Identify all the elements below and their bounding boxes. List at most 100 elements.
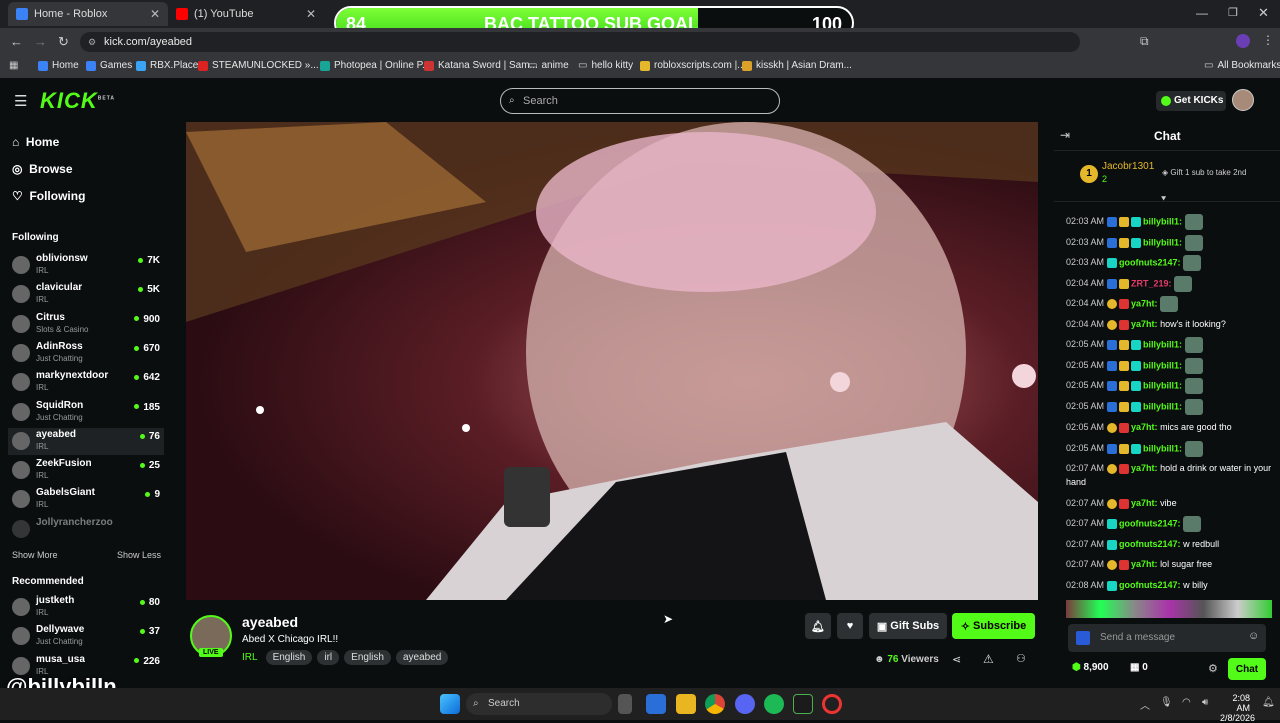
sidebar-channel-markynextdoor[interactable]: markynextdoor IRL 642: [8, 369, 164, 396]
forward-icon[interactable]: →: [34, 34, 47, 49]
bookmark-home[interactable]: Home: [38, 60, 79, 71]
gift-subs-button[interactable]: ▣ Gift Subs: [869, 613, 947, 639]
minimize-icon[interactable]: —: [1196, 6, 1208, 20]
channel-name[interactable]: ayeabed: [242, 614, 298, 630]
tag-chip[interactable]: irl: [317, 650, 340, 665]
category-link[interactable]: IRL: [242, 652, 258, 663]
show-less-button[interactable]: Show Less: [117, 550, 161, 560]
chevron-down-icon[interactable]: ⯆: [1160, 194, 1167, 205]
sidebar-channel-clavicular[interactable]: clavicular IRL 5K: [8, 281, 164, 308]
message-user[interactable]: ya7ht:: [1131, 463, 1158, 473]
sidebar-channel-squidron[interactable]: SquidRon Just Chatting 185: [8, 399, 164, 426]
url-field[interactable]: ⚙ kick.com/ayeabed: [80, 32, 1080, 52]
message-user[interactable]: ZRT_219:: [1131, 278, 1172, 288]
chat-send-button[interactable]: Chat: [1228, 658, 1266, 680]
sidebar-channel-adinross[interactable]: AdinRoss Just Chatting 670: [8, 340, 164, 367]
tag-chip[interactable]: English: [265, 650, 313, 665]
sidebar-channel-oblivionsw[interactable]: oblivionsw IRL 7K: [8, 252, 164, 279]
message-user[interactable]: ya7ht:: [1131, 319, 1158, 329]
nav-browse[interactable]: ◎ Browse: [12, 162, 73, 176]
close-icon[interactable]: ✕: [306, 7, 316, 21]
message-user[interactable]: goofnuts2147:: [1119, 257, 1181, 267]
kick-logo[interactable]: KICKBETA: [40, 88, 115, 114]
sidebar-channel-dellywave[interactable]: Dellywave Just Chatting 37: [8, 623, 164, 650]
task-view-icon[interactable]: [618, 694, 632, 714]
message-user[interactable]: ya7ht:: [1131, 298, 1158, 308]
tab-roblox[interactable]: Home - Roblox ✕: [8, 2, 168, 26]
discord-icon[interactable]: [735, 694, 755, 714]
emote-strip[interactable]: [1066, 600, 1272, 618]
hamburger-menu-icon[interactable]: ☰: [14, 92, 27, 110]
nav-home[interactable]: ⌂ Home: [12, 135, 59, 149]
message-user[interactable]: billybill1:: [1143, 401, 1182, 411]
kick-points[interactable]: ⬢ 8,900: [1072, 662, 1109, 673]
message-user[interactable]: ya7ht:: [1131, 498, 1158, 508]
app-icon[interactable]: [793, 694, 813, 714]
bookmark-katana[interactable]: Katana Sword | Sam...: [424, 60, 538, 71]
bookmark-games[interactable]: Games: [86, 60, 132, 71]
apps-grid-icon[interactable]: ▦: [9, 60, 18, 71]
all-bookmarks[interactable]: ▭ All Bookmarks: [1204, 60, 1280, 71]
tray-chevron-icon[interactable]: ︿: [1140, 697, 1150, 712]
message-user[interactable]: ya7ht:: [1131, 422, 1158, 432]
report-icon[interactable]: ⚠: [983, 652, 994, 666]
profile-avatar[interactable]: [1236, 34, 1250, 48]
sidebar-channel-ayeabed[interactable]: ayeabed IRL 76: [8, 427, 164, 455]
message-user[interactable]: billybill1:: [1143, 443, 1182, 453]
bookmark-photopea[interactable]: Photopea | Online P...: [320, 60, 430, 71]
chat-input[interactable]: Send a message ☺: [1068, 624, 1266, 652]
share-icon[interactable]: ⋖: [952, 653, 961, 666]
menu-icon[interactable]: ⋮: [1262, 33, 1274, 47]
tab-youtube[interactable]: (1) YouTube ✕: [168, 2, 324, 26]
extensions-icon[interactable]: ⧉: [1140, 34, 1149, 49]
opera-icon[interactable]: [822, 694, 842, 714]
message-user[interactable]: goofnuts2147:: [1119, 539, 1181, 549]
bookmark-robloxscripts[interactable]: robloxscripts.com |...: [640, 60, 746, 71]
notification-bell-button[interactable]: 🔔︎: [805, 613, 831, 639]
follow-button[interactable]: ♥: [837, 613, 863, 639]
windows-start-icon[interactable]: [440, 694, 460, 714]
reload-icon[interactable]: ↻: [58, 34, 69, 50]
collapse-chat-icon[interactable]: ⇥: [1060, 128, 1070, 142]
subscribe-button[interactable]: ✧ Subscribe: [952, 613, 1035, 639]
spotify-icon[interactable]: [764, 694, 784, 714]
rewards[interactable]: ▦ 0: [1130, 662, 1148, 673]
search-input[interactable]: ⌕ Search: [500, 88, 780, 114]
bookmark-folder-hellokitty[interactable]: ▭ hello kitty: [578, 60, 633, 71]
bookmark-kisskh[interactable]: kisskh | Asian Dram...: [742, 60, 852, 71]
chrome-icon[interactable]: [705, 694, 725, 714]
get-kicks-button[interactable]: Get KICKs: [1156, 91, 1226, 111]
site-info-icon[interactable]: ⚙: [88, 32, 96, 52]
volume-icon[interactable]: 🔊︎: [1202, 697, 1208, 708]
sidebar-channel-gabelsgiant[interactable]: GabelsGiant IRL 9: [8, 486, 164, 513]
message-user[interactable]: goofnuts2147:: [1119, 518, 1181, 528]
bookmark-folder-anime[interactable]: ▭ anime: [528, 60, 569, 71]
bookmark-steamunlocked[interactable]: STEAMUNLOCKED »...: [198, 60, 319, 71]
mic-icon[interactable]: 🎙︎: [1160, 697, 1173, 708]
user-avatar[interactable]: [1232, 89, 1254, 111]
video-player[interactable]: [186, 122, 1038, 600]
wifi-icon[interactable]: ◠: [1182, 697, 1191, 708]
tag-chip[interactable]: English: [344, 650, 391, 665]
bookmark-rbxplace[interactable]: RBX.Place: [136, 60, 198, 71]
sidebar-channel-justketh[interactable]: justketh IRL 80: [8, 594, 164, 621]
message-user[interactable]: billybill1:: [1143, 216, 1182, 226]
add-user-icon[interactable]: ⚇: [1016, 652, 1026, 665]
store-icon[interactable]: [646, 694, 666, 714]
close-icon[interactable]: ✕: [150, 7, 160, 21]
message-user[interactable]: billybill1:: [1143, 360, 1182, 370]
nav-following[interactable]: ♡ Following: [12, 189, 85, 203]
notification-bell-icon[interactable]: 🔔︎: [1262, 697, 1275, 708]
sidebar-channel-citrus[interactable]: Citrus Slots & Casino 900: [8, 311, 164, 338]
top-gifter-name[interactable]: Jacobr1301: [1102, 161, 1154, 172]
emoji-icon[interactable]: ☺: [1248, 630, 1259, 642]
message-user[interactable]: billybill1:: [1143, 380, 1182, 390]
sidebar-channel-zeekfusion[interactable]: ZeekFusion IRL 25: [8, 457, 164, 484]
tag-chip[interactable]: ayeabed: [395, 650, 449, 665]
message-user[interactable]: goofnuts2147:: [1119, 580, 1181, 590]
show-more-button[interactable]: Show More: [12, 550, 58, 560]
settings-gear-icon[interactable]: ⚙: [1208, 662, 1218, 675]
message-user[interactable]: ya7ht:: [1131, 559, 1158, 569]
taskbar-search[interactable]: ⌕ Search: [466, 693, 612, 715]
message-user[interactable]: billybill1:: [1143, 237, 1182, 247]
